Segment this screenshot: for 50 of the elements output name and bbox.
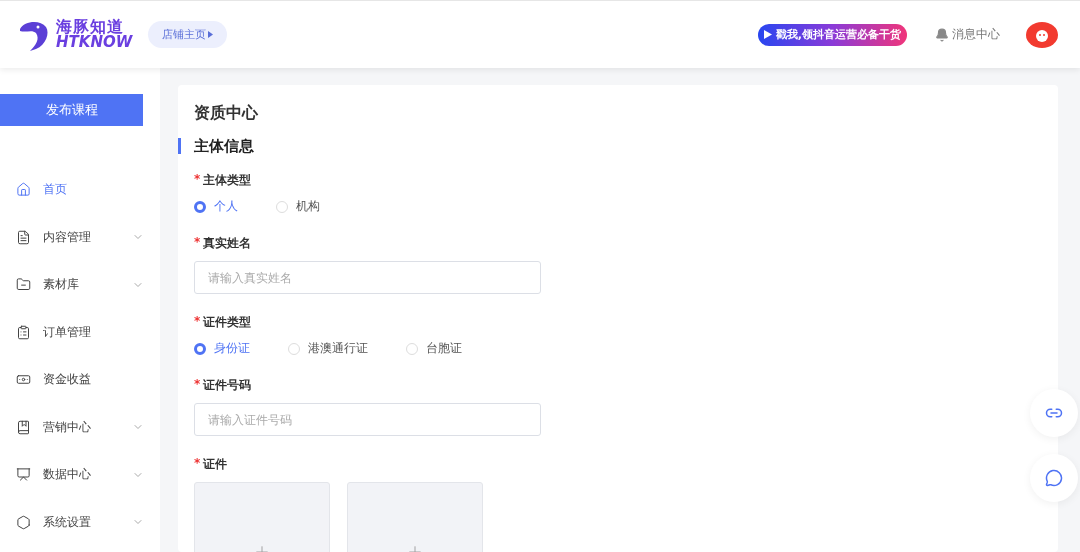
chat-icon — [1045, 469, 1063, 487]
text-input[interactable]: 请输入证件号码 — [194, 403, 541, 436]
radio-button[interactable] — [194, 342, 206, 355]
caret-icon — [208, 31, 214, 38]
nav-item[interactable]: 素材库 — [0, 261, 160, 309]
field-label: 证件类型 — [203, 314, 252, 331]
field-label: 证件 — [203, 456, 228, 473]
text-input[interactable]: 请输入真实姓名 — [194, 261, 541, 294]
required-mark: * — [194, 172, 201, 188]
field-label: 证件号码 — [203, 377, 252, 394]
radio-button[interactable] — [194, 200, 206, 213]
radio-option[interactable]: 机构 — [276, 198, 320, 215]
field-label: 真实姓名 — [203, 235, 252, 252]
required-mark: * — [194, 377, 201, 393]
required-mark: * — [194, 456, 201, 472]
required-mark: * — [194, 314, 201, 330]
section-title: 主体信息 — [178, 138, 1042, 154]
nav-icon — [16, 467, 31, 483]
messages-link[interactable]: 消息中心 — [935, 26, 1000, 43]
nav-icon — [16, 419, 31, 435]
radio-option[interactable]: 身份证 — [194, 340, 250, 357]
publish-course-button[interactable]: 发布课程 — [0, 94, 143, 126]
nav-item[interactable]: 订单管理 — [0, 308, 160, 356]
upload-box[interactable] — [347, 482, 483, 552]
field-label: 主体类型 — [203, 172, 252, 189]
radio-option[interactable]: 台胞证 — [406, 340, 462, 357]
play-icon — [763, 30, 772, 39]
logo-text: 海豚知道 — [56, 19, 124, 35]
nav-item[interactable]: 首页 — [0, 166, 160, 214]
nav-item[interactable]: 内容管理 — [0, 213, 160, 261]
radio-option[interactable]: 个人 — [194, 198, 238, 215]
logo-text: HTKNOW — [56, 35, 133, 50]
face-icon — [1034, 27, 1050, 42]
promo-banner[interactable]: 戳我,领抖音运营必备干货 — [757, 23, 907, 46]
nav-icon — [16, 229, 31, 245]
bell-icon — [935, 27, 949, 42]
nav-item[interactable]: 营销中心 — [0, 403, 160, 451]
page-title: 资质中心 — [194, 103, 259, 124]
required-mark: * — [194, 235, 201, 251]
avatar[interactable] — [1026, 21, 1058, 48]
upload-box[interactable] — [194, 482, 330, 552]
nav-icon — [16, 324, 31, 340]
nav-item[interactable]: 系统设置 — [0, 498, 160, 546]
nav-item[interactable]: 资金收益 — [0, 356, 160, 404]
nav-icon — [16, 182, 31, 198]
nav-item[interactable]: 数据中心 — [0, 451, 160, 499]
nav-icon — [16, 514, 31, 530]
nav-icon — [16, 277, 31, 293]
shop-home-button[interactable]: 店铺主页 — [148, 21, 228, 48]
radio-option[interactable]: 港澳通行证 — [288, 340, 368, 357]
